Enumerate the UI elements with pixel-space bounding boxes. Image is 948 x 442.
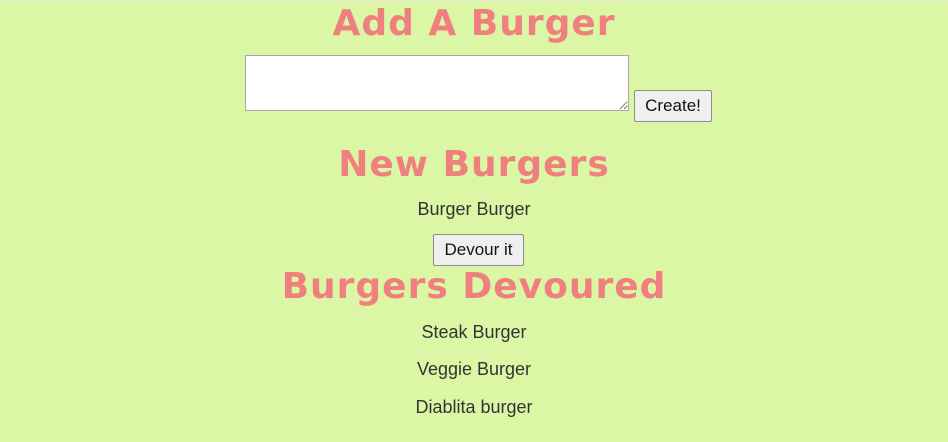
burger-name-textarea[interactable]	[245, 55, 629, 111]
devoured-burger-item: Diablita burger	[415, 397, 533, 417]
add-burger-heading: Add A Burger	[332, 3, 616, 44]
new-burger-item: Burger Burger	[417, 199, 531, 219]
new-burgers-heading: New Burgers	[338, 144, 610, 185]
devoured-burger-item: Veggie Burger	[416, 359, 532, 379]
devoured-burger-item: Steak Burger	[421, 322, 527, 342]
burgers-devoured-heading: Burgers Devoured	[281, 266, 667, 307]
devour-button[interactable]: Devour it	[433, 234, 524, 266]
create-button[interactable]: Create!	[634, 90, 712, 122]
add-burger-form: Create!	[245, 55, 715, 125]
burger-page: Add A Burger Create! New Burgers Burger …	[0, 0, 948, 442]
